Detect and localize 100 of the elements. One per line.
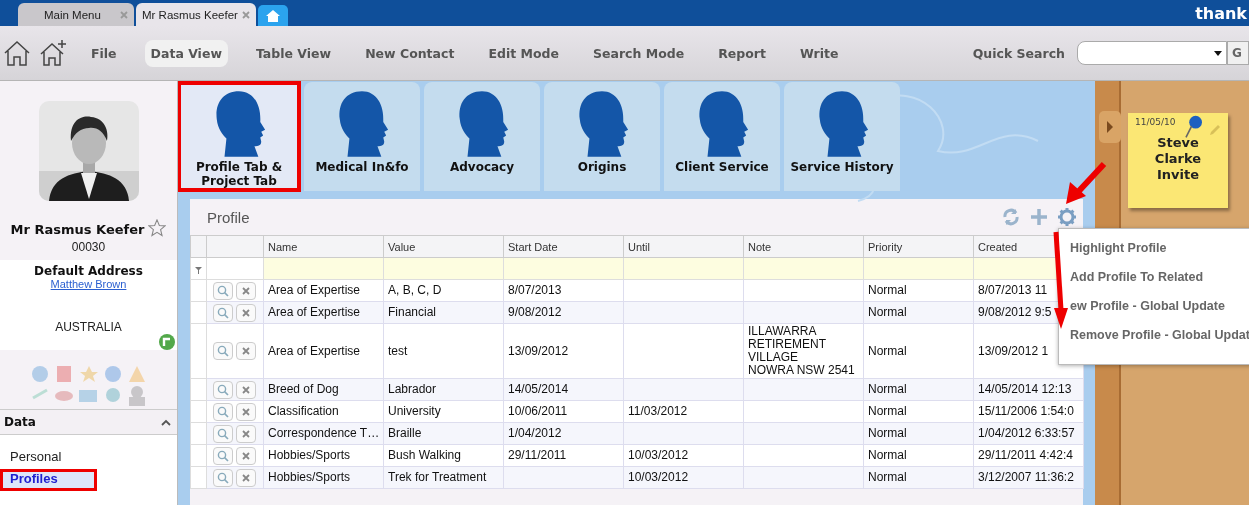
refresh-icon[interactable] (1001, 207, 1021, 227)
menu-button[interactable]: Edit Mode (482, 39, 565, 67)
map-marker-icon[interactable] (159, 334, 175, 350)
close-icon[interactable] (242, 429, 250, 438)
address-title: Default Address (34, 264, 143, 278)
table-cell: 10/06/2011 (503, 400, 624, 423)
filter-icon[interactable] (195, 266, 202, 274)
settings-icon[interactable] (1057, 207, 1077, 227)
quick-search-field[interactable] (1077, 41, 1227, 65)
table-cell: Normal (863, 422, 974, 445)
profile-tile[interactable]: Advocacy (424, 82, 540, 191)
table-cell: 10/03/2012 (623, 466, 744, 489)
table-cell: 14/05/2014 (503, 378, 624, 401)
delete-button[interactable] (236, 468, 256, 487)
table-cell: Braille (383, 422, 504, 445)
table-cell: test (383, 323, 504, 379)
column-header[interactable]: Until (623, 235, 744, 258)
profile-tile[interactable]: Client Service (664, 82, 780, 191)
view-button[interactable] (213, 424, 233, 443)
table-cell: Normal (863, 400, 974, 423)
view-button[interactable] (213, 281, 233, 300)
close-icon[interactable] (242, 407, 250, 416)
close-icon[interactable] (242, 286, 250, 295)
search-icon (217, 427, 229, 440)
home-icon[interactable] (2, 38, 32, 68)
profile-tile[interactable]: Service History (784, 82, 900, 191)
column-header[interactable]: Note (743, 235, 864, 258)
menu-button[interactable]: New Contact (359, 39, 461, 67)
search-icon (217, 471, 229, 484)
table-cell: Financial (383, 301, 504, 324)
table-cell: 11/03/2012 (623, 400, 744, 423)
column-header[interactable]: Name (263, 235, 384, 258)
country: AUSTRALIA (55, 320, 122, 334)
browser-tab[interactable]: Mr Rasmus Keefer (136, 3, 256, 26)
delete-button[interactable] (236, 342, 256, 361)
search-icon (217, 284, 229, 297)
delete-button[interactable] (236, 281, 256, 300)
home-tab[interactable] (257, 5, 288, 26)
caret-icon[interactable] (1214, 50, 1222, 56)
collapse-chevron-icon[interactable] (161, 418, 171, 426)
table-cell: 8/07/2013 (503, 279, 624, 302)
close-icon[interactable] (242, 385, 250, 394)
view-button[interactable] (213, 402, 233, 421)
panel-title: Profile (207, 208, 251, 226)
menu-button[interactable]: Table View (249, 39, 338, 67)
nav-item[interactable]: Profiles (0, 469, 97, 491)
table-cell: 1/04/2012 (503, 422, 624, 445)
menu-button[interactable]: Write (793, 39, 845, 67)
browser-tab[interactable]: Main Menu (18, 3, 134, 26)
table-cell: Breed of Dog (263, 378, 384, 401)
go-button[interactable]: G (1227, 41, 1249, 65)
close-icon[interactable] (120, 10, 128, 19)
delete-button[interactable] (236, 303, 256, 322)
annotation-arrow (1064, 160, 1108, 206)
close-icon[interactable] (241, 10, 250, 19)
close-icon[interactable] (242, 308, 250, 317)
profile-tile[interactable]: Medical In&fo (304, 82, 420, 191)
sticky-note[interactable]: 11/05/10 Steve Clarke Invite (1128, 113, 1228, 208)
brand-logo: thank (1195, 3, 1247, 23)
table-cell: 13/09/2012 (503, 323, 624, 379)
table-cell: Normal (863, 466, 974, 489)
menu-button[interactable]: Data View (144, 39, 228, 67)
profile-tile[interactable]: Profile Tab & Project Tab (178, 82, 300, 191)
column-header[interactable]: Start Date (503, 235, 624, 258)
profile-tile[interactable]: Origins (544, 82, 660, 191)
table-cell: Hobbies/Sports (263, 466, 384, 489)
add-icon[interactable] (1029, 207, 1049, 227)
view-button[interactable] (213, 342, 233, 361)
favorite-star-icon[interactable] (148, 219, 167, 237)
view-button[interactable] (213, 446, 233, 465)
quick-search-label: Quick Search (972, 45, 1065, 61)
table-cell: University (383, 400, 504, 423)
home-icon (265, 9, 280, 22)
search-icon (217, 405, 229, 418)
view-button[interactable] (213, 468, 233, 487)
table-cell: 9/08/2012 (503, 301, 624, 324)
add-home-icon[interactable] (38, 38, 68, 68)
nav-item[interactable]: Personal (0, 447, 177, 469)
column-header[interactable]: Priority (863, 235, 974, 258)
close-icon[interactable] (242, 347, 250, 356)
table-cell: 29/11/2011 (503, 444, 624, 467)
delete-button[interactable] (236, 402, 256, 421)
table-cell: Area of Expertise (263, 323, 384, 379)
table-cell: Normal (863, 378, 974, 401)
close-icon[interactable] (242, 451, 250, 460)
menu-button[interactable]: Search Mode (587, 39, 691, 67)
table-cell: Bush Walking (383, 444, 504, 467)
delete-button[interactable] (236, 424, 256, 443)
delete-button[interactable] (236, 446, 256, 465)
close-icon[interactable] (242, 473, 250, 482)
column-header[interactable]: Value (383, 235, 504, 258)
view-button[interactable] (213, 380, 233, 399)
table-cell: Area of Expertise (263, 301, 384, 324)
expand-tab[interactable] (1099, 111, 1121, 143)
menu-button[interactable]: Report (712, 39, 772, 67)
delete-button[interactable] (236, 380, 256, 399)
address-link[interactable]: Matthew Brown (50, 278, 127, 290)
table-cell: Classification (263, 400, 384, 423)
view-button[interactable] (213, 303, 233, 322)
menu-button[interactable]: File (85, 39, 123, 67)
